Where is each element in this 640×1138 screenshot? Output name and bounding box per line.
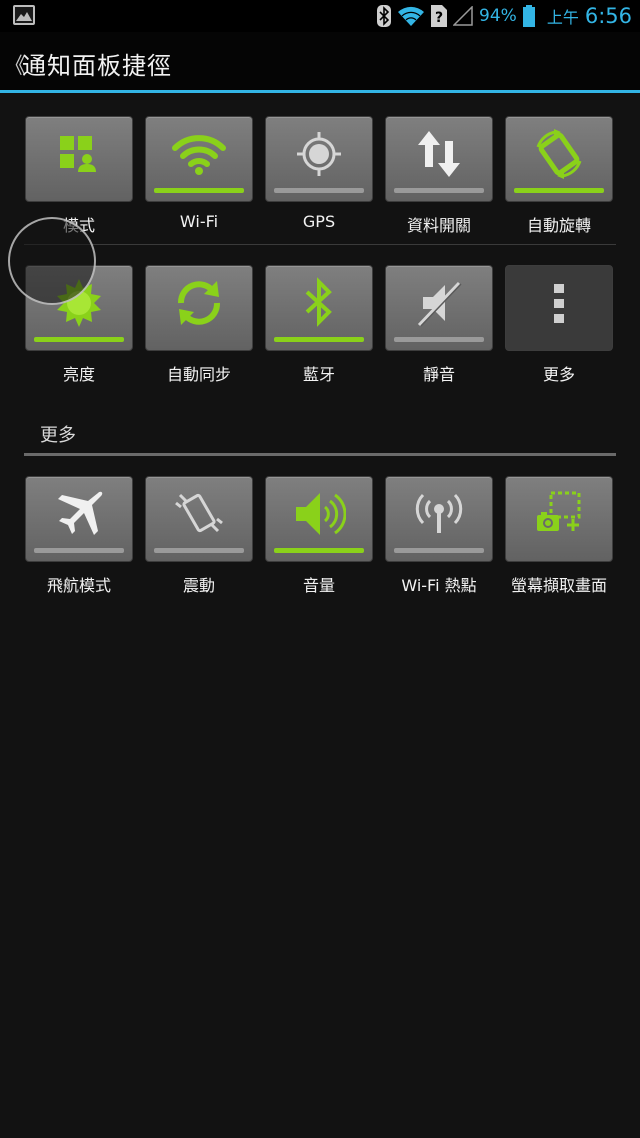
tile-mute-label: 靜音 xyxy=(422,365,455,384)
screenshot-button[interactable] xyxy=(505,476,613,562)
bluetooth-state-bar xyxy=(274,337,364,342)
data-transfer-icon xyxy=(411,127,467,181)
tile-volume-label: 音量 xyxy=(302,576,335,595)
tile-gps[interactable]: GPS xyxy=(265,116,373,231)
gps-toggle[interactable] xyxy=(265,116,373,202)
battery-percent: 94% xyxy=(479,6,517,26)
page-title[interactable]: 通知面板捷徑 xyxy=(22,46,172,81)
section-divider xyxy=(24,453,616,456)
tile-mute[interactable]: 靜音 xyxy=(385,265,493,385)
tile-more-label: 更多 xyxy=(542,365,575,384)
tile-more[interactable]: 更多 xyxy=(505,265,613,385)
airplane-icon xyxy=(51,487,107,541)
tile-airplane[interactable]: 飛航模式 xyxy=(25,476,133,596)
wifi-icon xyxy=(397,5,425,27)
clock-time: 6:56 xyxy=(584,4,632,28)
more-section-header: 更多 xyxy=(40,425,76,446)
brightness-state-bar xyxy=(34,337,124,342)
auto-rotate-state-bar xyxy=(514,188,604,193)
auto-rotate-toggle[interactable] xyxy=(505,116,613,202)
tile-sync-label: 自動同步 xyxy=(166,365,231,384)
tile-gps-label: GPS xyxy=(302,212,336,231)
volume-toggle[interactable] xyxy=(265,476,373,562)
tile-hotspot-label: Wi-Fi 熱點 xyxy=(401,576,477,595)
gps-icon xyxy=(291,127,347,181)
tile-rotate[interactable]: 自動旋轉 xyxy=(505,116,613,236)
bluetooth-icon xyxy=(377,5,392,27)
data-toggle[interactable] xyxy=(385,116,493,202)
svg-text:?: ? xyxy=(435,10,443,26)
data-state-bar xyxy=(394,188,484,193)
more-icon xyxy=(531,276,587,330)
more-button[interactable] xyxy=(505,265,613,351)
tile-volume[interactable]: 音量 xyxy=(265,476,373,596)
tile-screenshot[interactable]: 螢幕擷取畫面 xyxy=(505,476,613,596)
mode-button[interactable] xyxy=(25,116,133,202)
auto-rotate-icon xyxy=(531,127,587,181)
bluetooth-toggle[interactable] xyxy=(265,265,373,351)
gps-state-bar xyxy=(274,188,364,193)
volume-icon xyxy=(291,487,347,541)
tile-bluetooth[interactable]: 藍牙 xyxy=(265,265,373,385)
gallery-icon xyxy=(13,5,35,25)
battery-icon xyxy=(522,5,535,27)
tile-vibrate-label: 震動 xyxy=(182,576,215,595)
wifi-icon xyxy=(171,127,227,181)
tile-vibrate[interactable]: 震動 xyxy=(145,476,253,596)
mute-icon xyxy=(411,276,467,330)
bluetooth-icon xyxy=(291,276,347,330)
tile-hotspot[interactable]: Wi-Fi 熱點 xyxy=(385,476,493,596)
vibrate-state-bar xyxy=(154,548,244,553)
volume-state-bar xyxy=(274,548,364,553)
mute-state-bar xyxy=(394,337,484,342)
hotspot-state-bar xyxy=(394,548,484,553)
tile-data-label: 資料開關 xyxy=(406,216,471,235)
status-icons: ? 94% 上午 6:56 xyxy=(377,0,632,32)
tile-brightness-label: 亮度 xyxy=(62,365,95,384)
sim-unknown-icon: ? xyxy=(431,5,448,27)
sync-icon xyxy=(171,276,227,330)
wifi-state-bar xyxy=(154,188,244,193)
vibrate-toggle[interactable] xyxy=(145,476,253,562)
hotspot-toggle[interactable] xyxy=(385,476,493,562)
tile-wifi[interactable]: Wi-Fi xyxy=(145,116,253,231)
tile-sync[interactable]: 自動同步 xyxy=(145,265,253,385)
signal-icon xyxy=(453,6,473,26)
hotspot-icon xyxy=(411,487,467,541)
clock-ampm: 上午 xyxy=(546,8,579,27)
wifi-toggle[interactable] xyxy=(145,116,253,202)
screenshot-icon xyxy=(531,487,587,541)
mute-toggle[interactable] xyxy=(385,265,493,351)
airplane-mode-toggle[interactable] xyxy=(25,476,133,562)
tile-wifi-label: Wi-Fi xyxy=(179,212,219,231)
sync-toggle[interactable] xyxy=(145,265,253,351)
row-divider xyxy=(24,244,616,245)
touch-indicator xyxy=(8,217,96,305)
airplane-state-bar xyxy=(34,548,124,553)
tile-rotate-label: 自動旋轉 xyxy=(526,216,591,235)
action-bar: 《 通知面板捷徑 xyxy=(0,32,640,93)
tile-data[interactable]: 資料開關 xyxy=(385,116,493,236)
vibrate-icon xyxy=(171,487,227,541)
tile-airplane-label: 飛航模式 xyxy=(46,576,111,595)
mode-icon xyxy=(51,127,107,181)
status-bar: ? 94% 上午 6:56 xyxy=(0,0,640,32)
tile-bluetooth-label: 藍牙 xyxy=(302,365,335,384)
tile-screenshot-label: 螢幕擷取畫面 xyxy=(510,576,607,595)
